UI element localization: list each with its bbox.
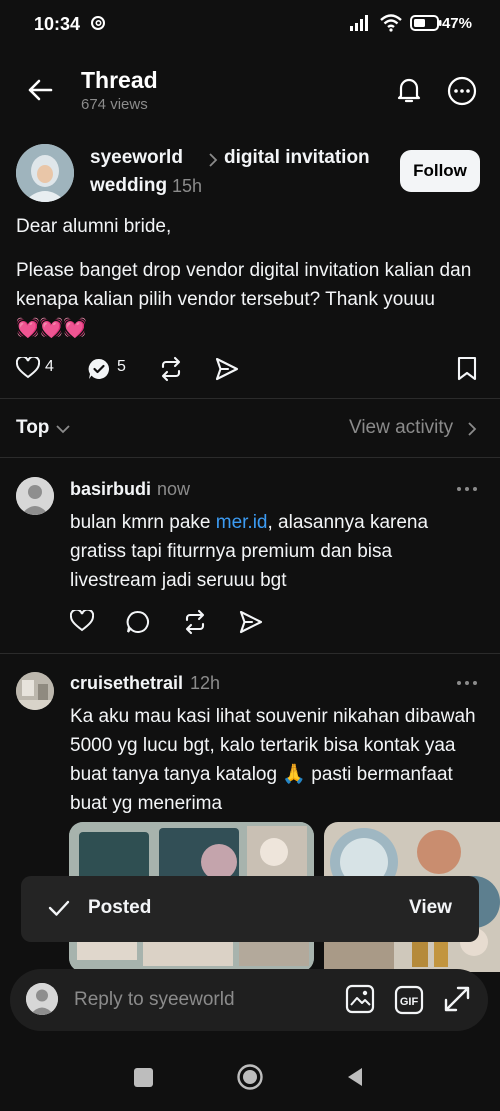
chevron-down-icon[interactable] <box>55 423 71 435</box>
threads-notification-icon <box>90 15 106 31</box>
post-text-greeting: Dear alumni bride, <box>16 216 172 237</box>
avatar[interactable] <box>16 672 54 710</box>
back-triangle-icon[interactable] <box>345 1066 365 1088</box>
gif-icon[interactable]: GIF <box>394 985 424 1015</box>
like-icon[interactable] <box>16 357 40 379</box>
post-timestamp: 15h <box>172 176 203 196</box>
share-icon[interactable] <box>238 609 264 635</box>
more-options-icon[interactable] <box>456 486 478 492</box>
signal-icon <box>350 15 370 31</box>
reply-text: bulan kmrn pake mer.id, alasannya karena… <box>70 512 429 591</box>
hearts-emoji: 💓💓💓 <box>16 318 87 339</box>
follow-button[interactable]: Follow <box>400 150 480 192</box>
post-topic-continued[interactable]: wedding <box>90 175 167 197</box>
battery-icon <box>410 15 442 31</box>
reply-username[interactable]: basirbudi <box>70 479 151 500</box>
chevron-right-icon[interactable] <box>466 421 478 437</box>
divider <box>0 457 500 458</box>
bookmark-icon[interactable] <box>456 356 478 382</box>
page-title: Thread <box>81 67 158 93</box>
snackbar-view-button[interactable]: View <box>409 897 452 919</box>
like-count: 4 <box>45 358 54 375</box>
repost-icon[interactable] <box>158 356 184 382</box>
post-username[interactable]: syeeworld <box>90 147 183 169</box>
avatar[interactable] <box>16 144 74 202</box>
reply-timestamp: now <box>157 479 191 499</box>
reply-input[interactable]: Reply to syeeworld <box>74 989 235 1011</box>
status-bar: 10:34 47% <box>0 0 500 50</box>
image-icon[interactable] <box>345 984 375 1014</box>
reply-link[interactable]: mer.id <box>216 512 268 533</box>
home-button[interactable] <box>236 1063 264 1091</box>
recents-button[interactable] <box>134 1068 153 1087</box>
status-time: 10:34 <box>34 14 81 34</box>
reply-text: Ka aku mau kasi lihat souvenir nikahan d… <box>70 706 476 814</box>
chevron-right-icon <box>206 151 220 169</box>
reply-timestamp: 12h <box>190 673 221 693</box>
reply-username[interactable]: cruisethetrail <box>70 673 183 694</box>
view-count: 674 views <box>81 96 148 113</box>
divider <box>0 653 500 654</box>
replies-icon[interactable] <box>87 357 111 381</box>
post-text-body: Please banget drop vendor digital invita… <box>16 256 476 343</box>
reply-icon[interactable] <box>126 610 150 634</box>
snackbar-message: Posted <box>88 897 152 918</box>
more-options-icon[interactable] <box>446 75 478 107</box>
svg-text:GIF: GIF <box>400 996 419 1008</box>
post-topic[interactable]: digital invitation <box>224 147 370 169</box>
checkmark-icon <box>48 897 70 919</box>
more-options-icon[interactable] <box>456 680 478 686</box>
bell-icon[interactable] <box>394 75 424 105</box>
reply-count: 5 <box>117 358 126 375</box>
divider <box>0 398 500 399</box>
like-icon[interactable] <box>70 610 94 632</box>
sort-selector[interactable]: Top <box>16 417 49 439</box>
view-activity-link[interactable]: View activity <box>349 417 453 439</box>
battery-percent: 47% <box>441 15 472 32</box>
expand-icon[interactable] <box>442 984 472 1014</box>
back-arrow-icon[interactable] <box>26 76 54 104</box>
share-icon[interactable] <box>214 356 240 382</box>
wifi-icon <box>380 14 402 32</box>
avatar[interactable] <box>16 477 54 515</box>
repost-icon[interactable] <box>182 609 208 635</box>
avatar <box>26 983 58 1015</box>
